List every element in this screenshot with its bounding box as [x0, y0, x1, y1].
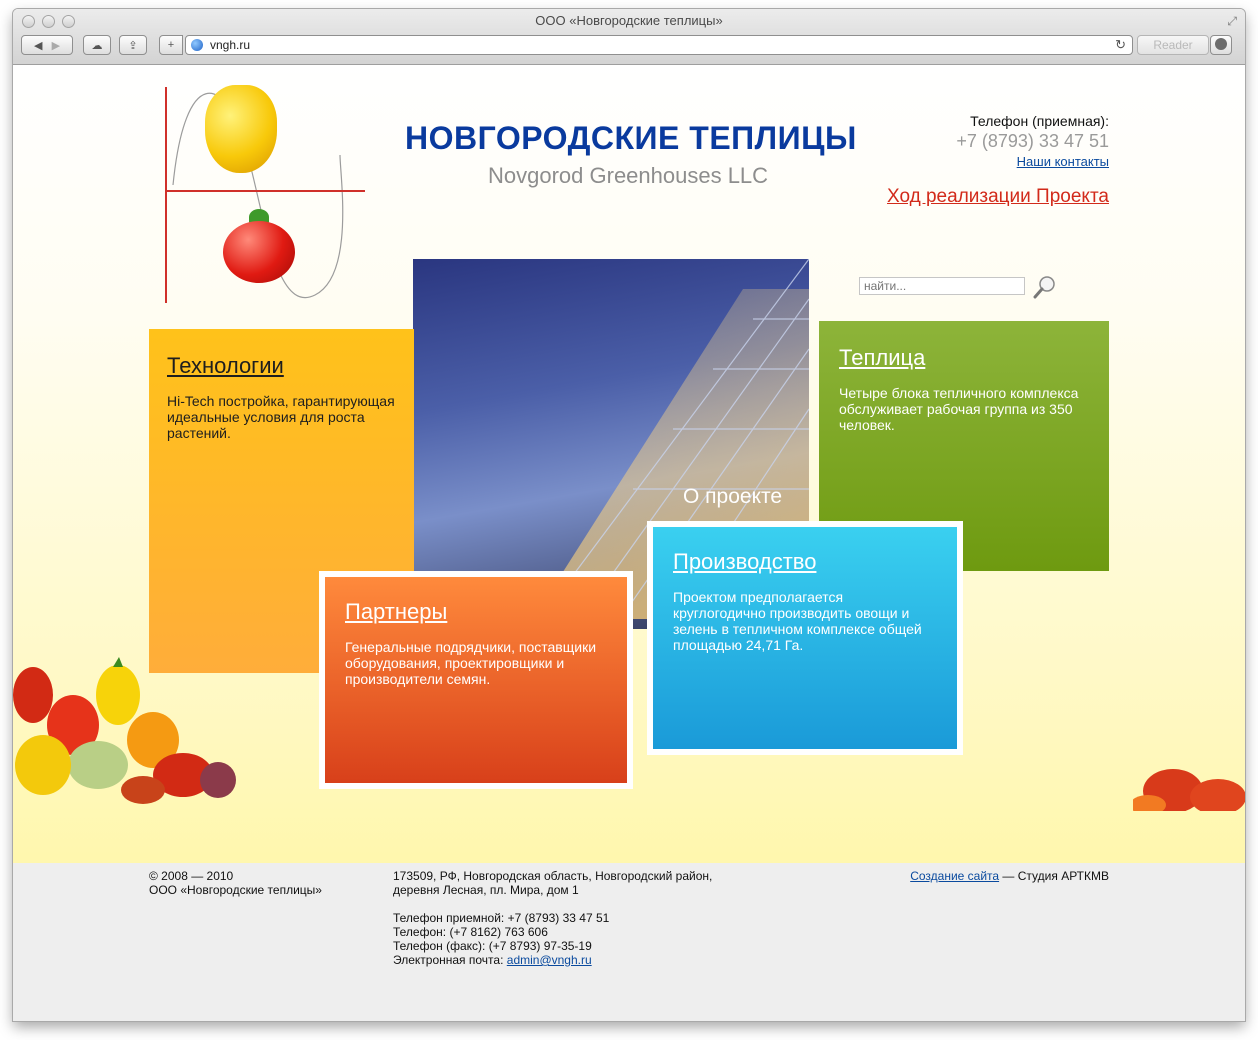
tile-production[interactable]: Производство Проектом предполагается кру…	[647, 521, 963, 755]
tile-production-title[interactable]: Производство	[673, 549, 937, 575]
site-creation-link[interactable]: Создание сайта	[910, 869, 999, 883]
icloud-tabs-button[interactable]: ☁	[83, 35, 111, 55]
address-line-2: деревня Лесная, пл. Мира, дом 1	[393, 883, 579, 897]
browser-window: ООО «Новгородские теплицы» ⤢ ◀ ▶ ☁ ⇪ + v…	[13, 9, 1245, 1021]
url-text[interactable]: vngh.ru	[210, 38, 250, 52]
share-icon: ⇪	[128, 39, 138, 52]
cloud-icon: ☁	[91, 39, 103, 52]
studio-name: — Студия АРТКМВ	[999, 869, 1109, 883]
address-bar[interactable]: vngh.ru ↻	[185, 35, 1133, 55]
company-name: ООО «Новгородские теплицы»	[149, 883, 322, 897]
tile-production-text: Проектом предполагается круглогодично пр…	[673, 589, 922, 653]
page-content: НОВГОРОДСКИЕ ТЕПЛИЦЫ Novgorod Greenhouse…	[13, 65, 1245, 1021]
yellow-pepper-icon	[205, 85, 277, 173]
window-title: ООО «Новгородские теплицы»	[535, 13, 723, 28]
fullscreen-icon[interactable]: ⤢	[1227, 14, 1237, 29]
tile-greenhouse-title[interactable]: Теплица	[839, 345, 1089, 371]
vegetables-left-icon	[13, 657, 236, 804]
search-icon[interactable]	[1033, 275, 1057, 299]
email-link[interactable]: admin@vngh.ru	[507, 953, 592, 967]
downloads-button[interactable]	[1210, 35, 1232, 55]
phone: Телефон: (+7 8162) 763 606	[393, 925, 548, 939]
site-subtitle: Novgorod Greenhouses LLC	[488, 163, 769, 188]
logo-horizontal-line	[165, 190, 365, 192]
download-icon	[1215, 38, 1227, 50]
back-icon[interactable]: ◀	[34, 39, 42, 52]
email-label: Электронная почта:	[393, 953, 507, 967]
tomato-icon	[223, 221, 295, 283]
title-bar: ООО «Новгородские теплицы» ⤢ ◀ ▶ ☁ ⇪ + v…	[13, 9, 1245, 65]
reader-button[interactable]: Reader	[1137, 35, 1209, 55]
about-project-caption[interactable]: О проекте	[683, 485, 782, 509]
logo-vertical-line	[165, 87, 167, 303]
vegetables-right-icon	[1133, 769, 1245, 811]
fax: Телефон (факс): (+7 8793) 97-35-19	[393, 939, 592, 953]
footer-contacts: 173509, РФ, Новгородская область, Новгор…	[393, 869, 712, 967]
phone-label: Телефон (приемная):	[970, 113, 1109, 129]
new-tab-button[interactable]: +	[159, 35, 183, 55]
reception-phone: Телефон приемной: +7 (8793) 33 47 51	[393, 911, 610, 925]
share-button[interactable]: ⇪	[119, 35, 147, 55]
globe-icon	[191, 39, 203, 51]
project-progress-link[interactable]: Ход реализации Проекта	[887, 186, 1109, 208]
reload-icon[interactable]: ↻	[1115, 37, 1126, 53]
search-input[interactable]	[859, 277, 1025, 295]
forward-icon[interactable]: ▶	[52, 39, 60, 52]
tile-greenhouse-text: Четыре блока тепличного комплекса обслуж…	[839, 385, 1079, 433]
tile-partners-text: Генеральные подрядчики, поставщики обору…	[345, 639, 597, 687]
tile-partners[interactable]: Партнеры Генеральные подрядчики, поставщ…	[319, 571, 633, 789]
phone-number: +7 (8793) 33 47 51	[956, 131, 1109, 151]
tile-technologies-text: Hi-Tech постройка, гарантирующая идеальн…	[167, 393, 395, 441]
email-row: Электронная почта: admin@vngh.ru	[393, 953, 712, 967]
footer: © 2008 — 2010 ООО «Новгородские теплицы»…	[13, 863, 1245, 1021]
contacts-link[interactable]: Наши контакты	[1017, 154, 1109, 169]
site-title: НОВГОРОДСКИЕ ТЕПЛИЦЫ	[405, 120, 857, 156]
back-forward-buttons[interactable]: ◀ ▶	[21, 35, 73, 55]
footer-copyright: © 2008 — 2010 ООО «Новгородские теплицы»	[149, 869, 322, 897]
plus-icon: +	[167, 39, 175, 51]
tile-technologies-title[interactable]: Технологии	[167, 353, 396, 379]
footer-credits: Создание сайта — Студия АРТКМВ	[910, 869, 1109, 883]
address-line-1: 173509, РФ, Новгородская область, Новгор…	[393, 869, 713, 883]
copyright-years: © 2008 — 2010	[149, 869, 234, 883]
tile-partners-title[interactable]: Партнеры	[345, 599, 607, 625]
